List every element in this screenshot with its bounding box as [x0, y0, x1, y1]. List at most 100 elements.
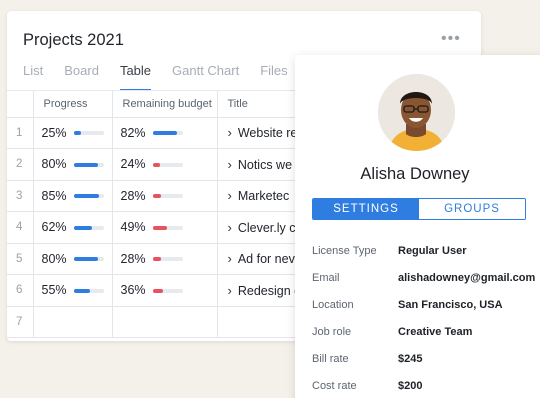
chevron-right-icon[interactable]: ›	[228, 125, 232, 140]
progress-bar-fill	[73, 288, 90, 293]
detail-label: Bill rate	[312, 352, 349, 365]
progress-cell[interactable]: 80%	[33, 148, 113, 181]
avatar-photo	[378, 74, 455, 151]
card-title: Projects 2021	[23, 31, 124, 49]
progress-bar-fill	[73, 162, 98, 167]
budget-bar-fill	[152, 225, 168, 230]
progress-cell[interactable]	[33, 306, 113, 338]
budget-bar	[152, 131, 183, 136]
tab-table[interactable]: Table	[119, 63, 152, 91]
detail-row-bill-rate: Bill rate $245	[312, 345, 535, 372]
detail-label: License Type	[312, 244, 377, 257]
budget-cell[interactable]: 49%	[112, 211, 218, 244]
avatar	[378, 74, 455, 151]
budget-bar	[152, 194, 183, 199]
budget-value: 82%	[120, 125, 146, 140]
progress-bar	[73, 131, 104, 136]
budget-cell[interactable]: 28%	[112, 243, 218, 275]
budget-bar	[152, 257, 183, 262]
progress-bar	[73, 288, 104, 293]
detail-row-job-role: Job role Creative Team	[312, 318, 535, 345]
budget-bar-fill	[152, 257, 161, 262]
budget-bar-fill	[152, 288, 164, 293]
progress-value: 62%	[41, 220, 67, 235]
progress-cell[interactable]: 55%	[33, 274, 113, 307]
progress-cell[interactable]: 25%	[33, 117, 113, 149]
progress-bar	[73, 194, 104, 199]
row-number: 7	[7, 306, 34, 338]
column-header-budget[interactable]: Remaining budget	[112, 91, 218, 118]
detail-value: Regular User	[398, 244, 467, 257]
progress-value: 25%	[41, 125, 67, 140]
chevron-right-icon[interactable]: ›	[228, 283, 232, 298]
detail-row-location: Location San Francisco, USA	[312, 291, 535, 318]
project-title: Clever.ly c	[237, 220, 296, 235]
chevron-right-icon[interactable]: ›	[228, 251, 232, 266]
budget-cell[interactable]: 36%	[112, 274, 218, 307]
progress-bar	[73, 162, 104, 167]
row-number: 3	[7, 180, 34, 212]
detail-label: Email	[312, 271, 340, 284]
detail-label: Job role	[312, 325, 352, 338]
groups-tab-button[interactable]: GROUPS	[419, 199, 525, 219]
tab-gantt-chart[interactable]: Gantt Chart	[172, 63, 239, 91]
budget-value: 28%	[120, 251, 146, 266]
progress-value: 80%	[41, 251, 67, 266]
budget-cell[interactable]: 24%	[112, 148, 218, 181]
budget-bar-fill	[152, 162, 160, 167]
detail-value: San Francisco, USA	[398, 298, 503, 311]
progress-cell[interactable]: 80%	[33, 243, 113, 275]
project-title: Website re	[237, 126, 298, 141]
row-number: 4	[7, 211, 34, 244]
project-title: Ad for nev	[237, 252, 295, 267]
chevron-right-icon[interactable]: ›	[228, 157, 232, 172]
budget-bar-fill	[152, 131, 178, 136]
budget-cell[interactable]: 82%	[112, 117, 218, 149]
progress-bar-fill	[73, 257, 98, 262]
chevron-right-icon[interactable]: ›	[228, 188, 232, 203]
more-icon[interactable]: •••	[441, 30, 461, 48]
column-header-progress[interactable]: Progress	[33, 91, 113, 118]
budget-cell[interactable]: 28%	[112, 180, 218, 212]
tab-board[interactable]: Board	[64, 63, 99, 91]
progress-bar-fill	[73, 225, 93, 230]
detail-value: $200	[398, 379, 423, 392]
budget-value: 36%	[120, 283, 146, 298]
detail-row-email: Email alishadowney@gmail.com	[312, 264, 535, 291]
profile-details: License Type Regular User Email alishado…	[312, 237, 535, 398]
detail-value: alishadowney@gmail.com	[398, 271, 536, 284]
budget-value: 49%	[120, 220, 146, 235]
profile-name: Alisha Downey	[360, 165, 470, 183]
tab-list[interactable]: List	[23, 63, 43, 91]
progress-value: 85%	[41, 188, 67, 203]
progress-bar	[73, 225, 104, 230]
progress-cell[interactable]: 62%	[33, 211, 113, 244]
progress-bar	[73, 257, 104, 262]
view-tabs: List Board Table Gantt Chart Files	[23, 63, 309, 91]
budget-cell[interactable]	[112, 306, 218, 338]
settings-tab-button[interactable]: SETTINGS	[313, 199, 419, 219]
detail-row-cost-rate: Cost rate $200	[312, 372, 535, 398]
budget-value: 28%	[120, 188, 146, 203]
row-number: 1	[7, 117, 34, 149]
budget-bar-fill	[152, 194, 161, 199]
progress-cell[interactable]: 85%	[33, 180, 113, 212]
budget-bar	[152, 225, 183, 230]
progress-value: 80%	[41, 157, 67, 172]
row-number: 6	[7, 274, 34, 307]
project-title: Redesign c	[237, 283, 301, 298]
settings-groups-toggle: SETTINGS GROUPS	[312, 198, 526, 220]
progress-value: 55%	[41, 283, 67, 298]
project-title: Marketec	[237, 189, 290, 204]
row-number: 5	[7, 243, 34, 275]
detail-value: $245	[398, 352, 423, 365]
profile-panel: Alisha Downey SETTINGS GROUPS License Ty…	[295, 55, 540, 398]
rownum-header	[7, 91, 34, 118]
chevron-right-icon[interactable]: ›	[228, 220, 232, 235]
detail-label: Location	[312, 298, 354, 311]
detail-row-license: License Type Regular User	[312, 237, 535, 264]
progress-bar-fill	[73, 131, 81, 136]
row-number: 2	[7, 148, 34, 181]
budget-value: 24%	[120, 157, 146, 172]
tab-files[interactable]: Files	[260, 63, 287, 91]
